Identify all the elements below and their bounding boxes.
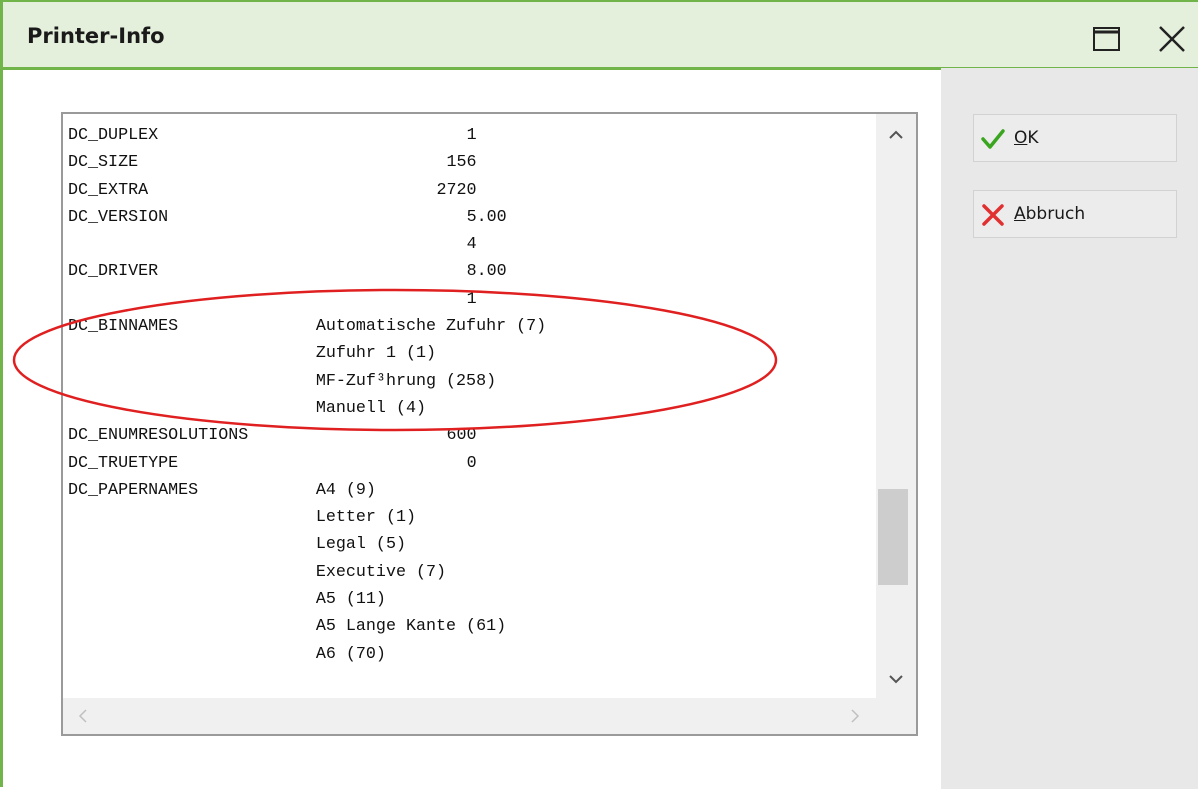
cancel-button-label: Abbruch <box>1014 204 1085 224</box>
scroll-down-arrow-icon[interactable] <box>884 666 908 690</box>
info-key: DC_DUPLEX <box>68 126 159 145</box>
info-value: Automatische Zufuhr (7) <box>315 317 547 337</box>
info-value: A5 Lange Kante (61) <box>315 617 507 637</box>
info-key: DC_TRUETYPE <box>68 453 179 473</box>
maximize-icon <box>1093 27 1120 51</box>
info-value: 1 <box>466 126 477 145</box>
x-cross-icon <box>982 204 1004 226</box>
scroll-right-arrow-icon[interactable] <box>843 704 867 728</box>
title-bar: Printer-Info <box>3 2 1198 70</box>
info-value: Zufuhr 1 (1) <box>315 344 437 364</box>
close-button[interactable] <box>1157 24 1187 54</box>
info-value: 600 <box>446 426 477 446</box>
info-key: DC_VERSION <box>68 207 169 227</box>
printer-info-window: Printer-Info DC_DUPLEX 1 DC_SIZE 156 DC_EXTR… <box>0 0 1198 789</box>
info-value: A4 (9) <box>315 480 376 500</box>
info-key: DC_PAPERNAMES <box>68 480 199 500</box>
info-value: MF-Zuf³hrung (258) <box>315 371 497 391</box>
vertical-scrollbar[interactable] <box>876 114 916 698</box>
printer-info-listbox[interactable]: DC_DUPLEX 1 DC_SIZE 156 DC_EXTRA 2720 DC_VERSI… <box>61 112 918 736</box>
cancel-button[interactable]: Abbruch <box>973 190 1177 238</box>
info-value: Letter (1) <box>315 508 416 528</box>
button-panel: OK Abbruch <box>941 68 1198 789</box>
info-value: Manuell (4) <box>315 398 426 418</box>
info-value: 5.00 <box>466 207 507 227</box>
info-value: 0 <box>466 453 477 473</box>
info-value: Executive (7) <box>315 562 447 582</box>
info-key: DC_EXTRA <box>68 180 149 200</box>
info-value: 1 <box>466 289 477 309</box>
info-value: 2720 <box>436 180 477 200</box>
info-value: 156 <box>446 153 477 173</box>
info-value: 4 <box>466 235 477 255</box>
ok-button[interactable]: OK <box>973 114 1177 162</box>
info-value: Legal (5) <box>315 535 406 555</box>
horizontal-scrollbar[interactable] <box>63 698 916 734</box>
ok-button-label: OK <box>1014 128 1039 148</box>
ok-accelerator: O <box>1014 128 1028 148</box>
info-key: DC_ENUMRESOLUTIONS <box>68 426 249 446</box>
close-icon <box>1159 26 1185 52</box>
info-value: A6 (70) <box>315 644 386 664</box>
cancel-accelerator: A <box>1014 204 1026 224</box>
info-key: DC_BINNAMES <box>68 317 179 337</box>
checkmark-icon <box>981 129 1005 149</box>
window-title: Printer-Info <box>27 24 165 48</box>
info-value: 8.00 <box>466 262 507 282</box>
cancel-label-rest: bbruch <box>1025 204 1086 224</box>
scroll-left-arrow-icon[interactable] <box>71 704 95 728</box>
ok-label-rest: K <box>1027 128 1039 148</box>
vertical-scroll-thumb[interactable] <box>878 488 908 585</box>
info-key: DC_SIZE <box>68 153 139 173</box>
info-value: A5 (11) <box>315 590 386 610</box>
maximize-button[interactable] <box>1092 24 1122 54</box>
scroll-up-arrow-icon[interactable] <box>884 122 908 146</box>
info-key: DC_DRIVER <box>68 262 159 282</box>
list-content: DC_DUPLEX 1 DC_SIZE 156 DC_EXTRA 2720 DC_VERSI… <box>63 114 876 698</box>
